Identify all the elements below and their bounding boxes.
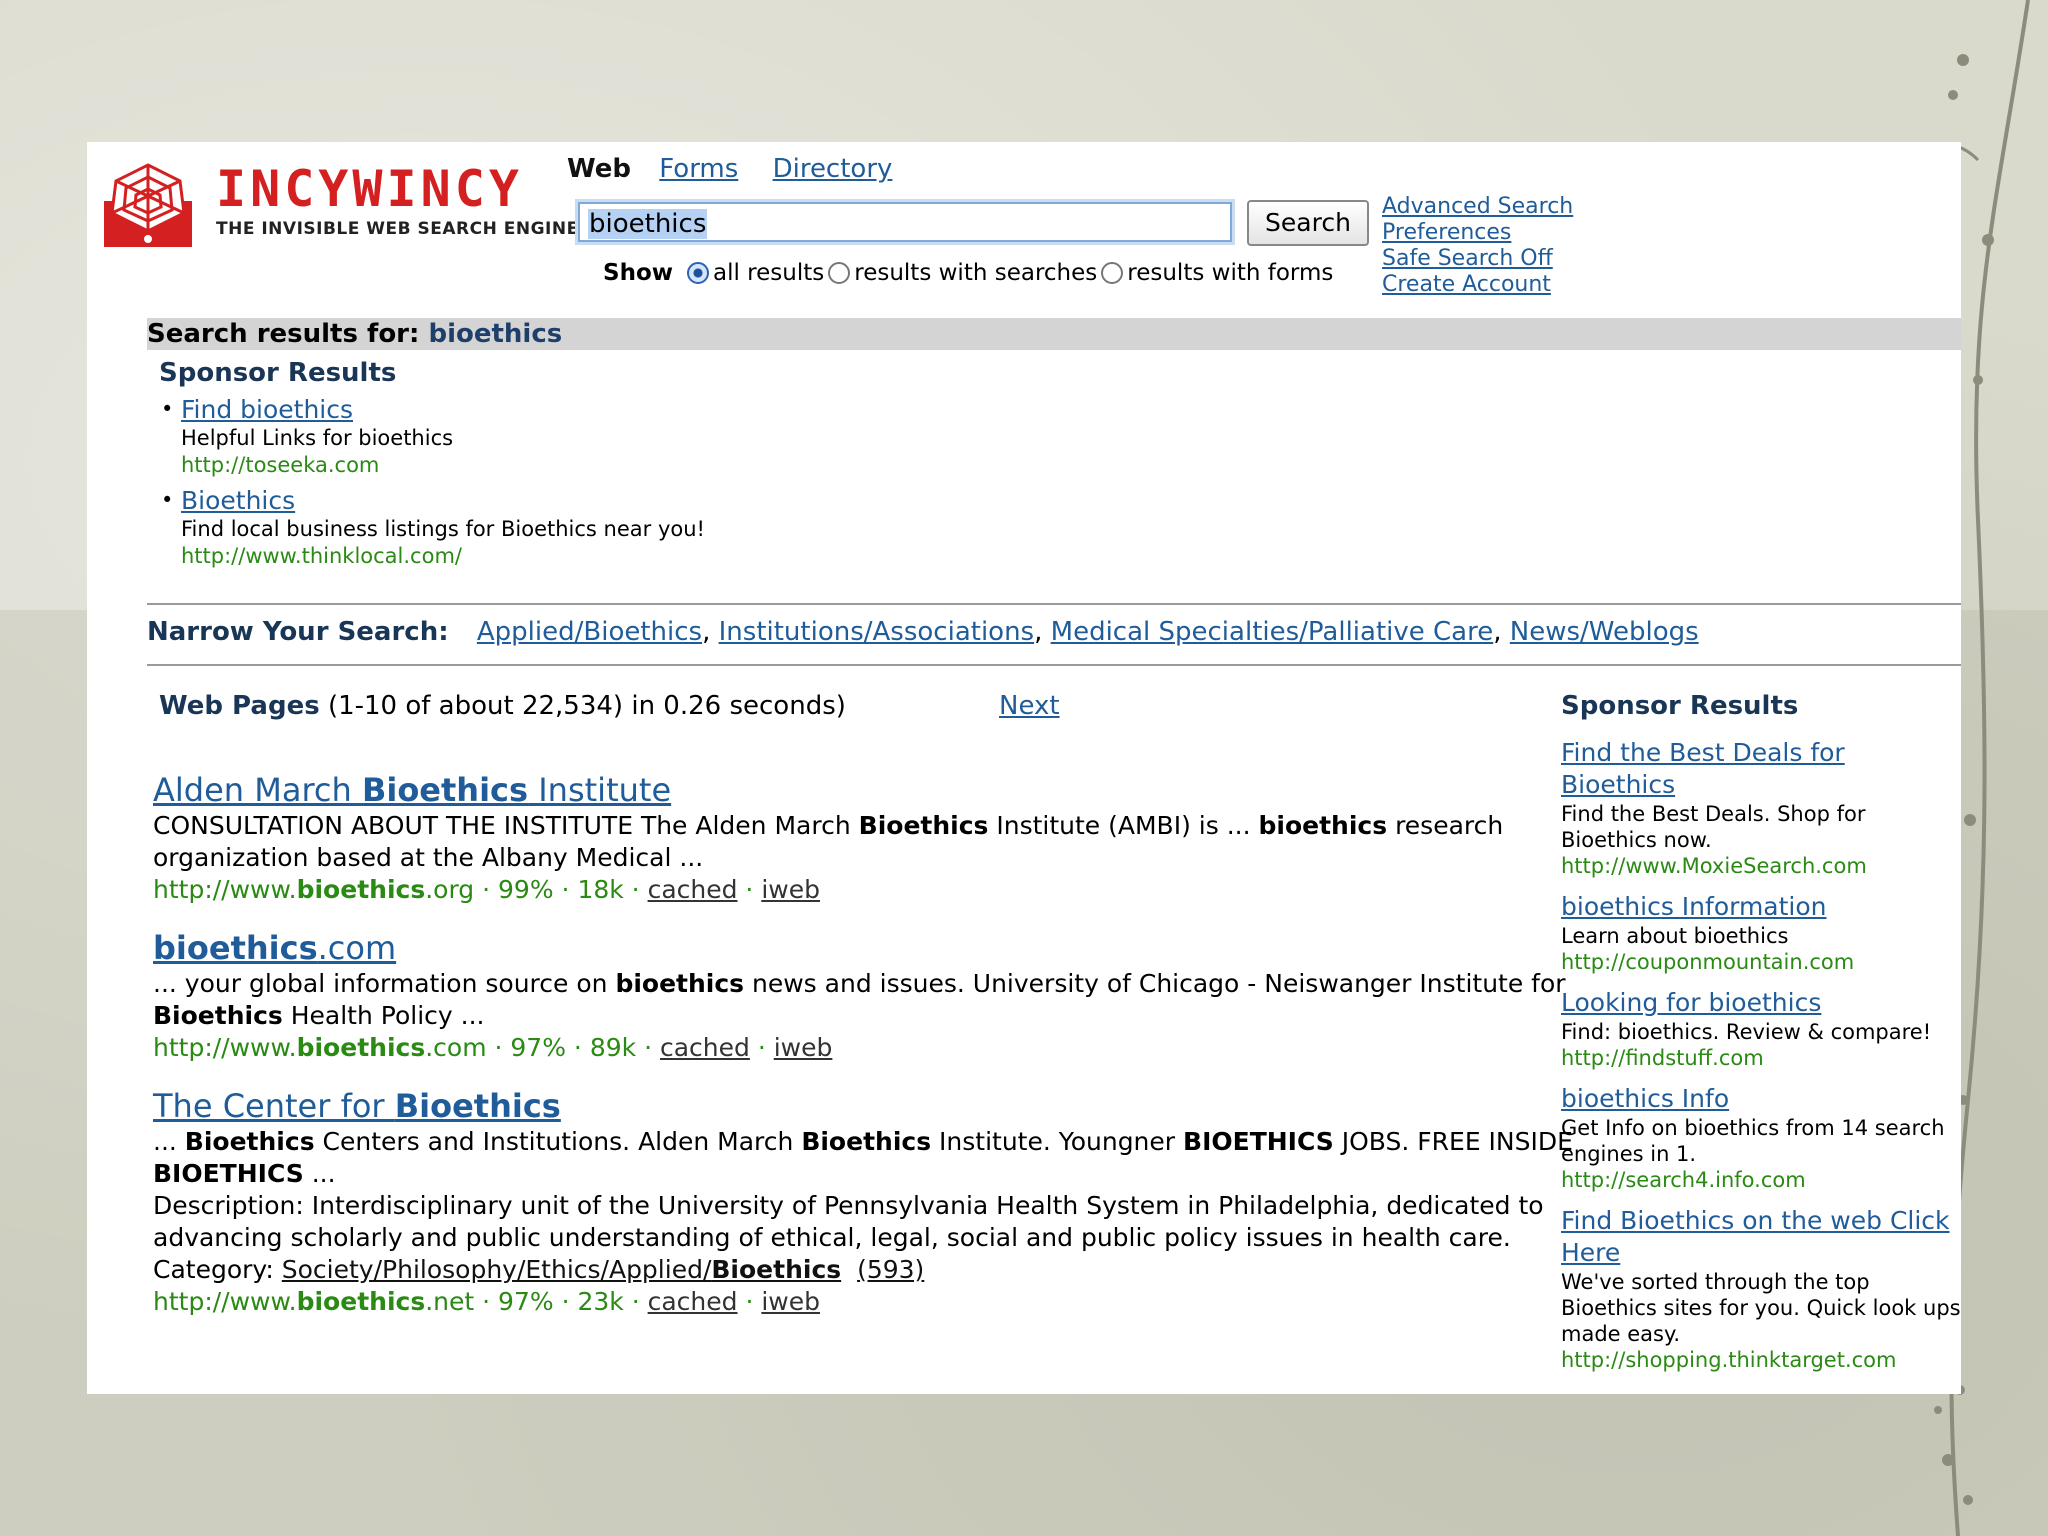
show-label: Show <box>603 260 673 286</box>
sponsor-desc: Find local business listings for Bioethi… <box>181 517 705 541</box>
sponsor-ad: bioethics Info Get Info on bioethics fro… <box>1561 1083 1961 1193</box>
result-snippet: CONSULTATION ABOUT THE INSTITUTE The Ald… <box>153 811 1504 872</box>
web-pages-summary: Web Pages (1-10 of about 22,534) in 0.26… <box>159 691 846 721</box>
radio-label-results-with-searches: results with searches <box>854 260 1098 286</box>
advanced-search-link[interactable]: Advanced Search <box>1382 194 1573 220</box>
narrow-link-medical-specialties[interactable]: Medical Specialties/Palliative Care <box>1051 617 1494 647</box>
radio-all-results[interactable] <box>687 262 709 284</box>
sponsor-heading: Sponsor Results <box>1561 691 1799 721</box>
sponsor-ad-url: http://findstuff.com <box>1561 1046 1764 1070</box>
result-item: bioethics.com ... your global informatio… <box>153 928 1613 1064</box>
result-url-line: http://www.bioethics.net · 97% · 23k · c… <box>153 1287 821 1316</box>
result-item: The Center for Bioethics ... Bioethics C… <box>153 1086 1613 1318</box>
sponsor-ad-url: http://www.MoxieSearch.com <box>1561 854 1867 878</box>
sponsor-ad-link[interactable]: Find the Best Deals for Bioethics <box>1561 738 1845 799</box>
sponsor-url: http://toseeka.com <box>181 453 380 477</box>
sponsor-results-top: Sponsor Results Find bioethics Helpful L… <box>159 358 959 570</box>
search-tabs: Web Forms Directory <box>567 154 918 184</box>
sponsor-ad-link[interactable]: Find Bioethics on the web Click Here <box>1561 1206 1950 1267</box>
result-title-link[interactable]: The Center for Bioethics <box>153 1087 561 1125</box>
search-button[interactable]: Search <box>1247 200 1369 246</box>
result-url-line: http://www.bioethics.org · 99% · 18k · c… <box>153 875 820 904</box>
result-title-link[interactable]: bioethics.com <box>153 929 396 967</box>
iweb-link[interactable]: iweb <box>761 1287 820 1316</box>
sponsor-link[interactable]: Bioethics <box>181 486 295 515</box>
incywincy-logo[interactable]: INCYWINCY THE INVISIBLE WEB SEARCH ENGIN… <box>104 160 578 251</box>
cached-link[interactable]: cached <box>648 1287 738 1316</box>
web-pages-count: (1-10 of about 22,534) in 0.26 seconds) <box>327 691 846 721</box>
preferences-link[interactable]: Preferences <box>1382 220 1573 246</box>
sponsor-ad-desc: Get Info on bioethics from 14 search eng… <box>1561 1116 1945 1166</box>
radio-results-with-forms[interactable] <box>1101 262 1124 284</box>
iweb-link[interactable]: iweb <box>761 875 820 904</box>
result-snippet: ... Bioethics Centers and Institutions. … <box>153 1127 1573 1188</box>
cached-link[interactable]: cached <box>648 875 738 904</box>
category-link[interactable]: Society/Philosophy/Ethics/Applied/Bioeth… <box>282 1255 841 1284</box>
sponsor-heading: Sponsor Results <box>159 358 397 388</box>
narrow-link-applied-bioethics[interactable]: Applied/Bioethics <box>477 617 702 647</box>
result-description: Description: Interdisciplinary unit of t… <box>153 1191 1544 1252</box>
sponsor-ad-link[interactable]: bioethics Information <box>1561 892 1827 921</box>
result-filter: Show all results results with searches r… <box>603 260 1337 286</box>
sponsor-ad-url: http://couponmountain.com <box>1561 950 1855 974</box>
results-for-label: Search results for: <box>147 319 420 349</box>
narrow-link-news-weblogs[interactable]: News/Weblogs <box>1510 617 1699 647</box>
sponsor-ad-desc: Find the Best Deals. Shop for Bioethics … <box>1561 802 1866 852</box>
sponsor-ad-url: http://shopping.thinktarget.com <box>1561 1348 1897 1372</box>
create-account-link[interactable]: Create Account <box>1382 272 1573 298</box>
web-pages-label: Web Pages <box>159 691 320 721</box>
tab-web[interactable]: Web <box>567 154 631 184</box>
result-title-link[interactable]: Alden March Bioethics Institute <box>153 771 671 809</box>
logo-wordmark: INCYWINCY <box>216 160 523 218</box>
radio-label-results-with-forms: results with forms <box>1127 260 1334 286</box>
sponsor-url: http://www.thinklocal.com/ <box>181 544 462 568</box>
radio-results-with-searches[interactable] <box>828 262 851 284</box>
sponsor-ad-desc: Learn about bioethics <box>1561 924 1789 948</box>
tab-directory[interactable]: Directory <box>773 154 893 184</box>
sponsor-ad: Find Bioethics on the web Click Here We'… <box>1561 1205 1961 1373</box>
logo-tagline: THE INVISIBLE WEB SEARCH ENGINE <box>216 219 579 239</box>
header-links: Advanced Search Preferences Safe Search … <box>1382 194 1573 298</box>
tab-forms[interactable]: Forms <box>659 154 738 184</box>
sponsor-ad: Find the Best Deals for Bioethics Find t… <box>1561 737 1961 879</box>
iweb-link[interactable]: iweb <box>774 1033 833 1062</box>
sponsor-desc: Helpful Links for bioethics <box>181 426 454 450</box>
sponsor-ad: Looking for bioethics Find: bioethics. R… <box>1561 987 1961 1071</box>
results-query: bioethics <box>428 319 563 349</box>
safe-search-link[interactable]: Safe Search Off <box>1382 246 1573 272</box>
sponsor-ad-link[interactable]: bioethics Info <box>1561 1084 1729 1113</box>
browser-page: INCYWINCY THE INVISIBLE WEB SEARCH ENGIN… <box>87 142 1961 1394</box>
result-item: Alden March Bioethics Institute CONSULTA… <box>153 770 1613 906</box>
sponsor-ad: bioethics Information Learn about bioeth… <box>1561 891 1961 975</box>
sponsor-ad-url: http://search4.info.com <box>1561 1168 1806 1192</box>
divider <box>147 603 1961 605</box>
sponsor-item: Bioethics Find local business listings f… <box>159 487 959 570</box>
spiderweb-logo-icon <box>104 163 192 247</box>
search-input[interactable]: bioethics <box>578 202 1232 242</box>
sponsor-link[interactable]: Find bioethics <box>181 395 353 424</box>
search-results: Alden March Bioethics Institute CONSULTA… <box>153 770 1613 1340</box>
results-header-bar: Search results for: bioethics <box>147 318 1961 350</box>
sponsor-ad-link[interactable]: Looking for bioethics <box>1561 988 1821 1017</box>
sponsor-item: Find bioethics Helpful Links for bioethi… <box>159 396 959 479</box>
next-page-link[interactable]: Next <box>999 691 1060 721</box>
sponsor-ad-desc: We've sorted through the top Bioethics s… <box>1561 1270 1961 1346</box>
result-snippet: ... your global information source on bi… <box>153 969 1566 1030</box>
narrow-link-institutions[interactable]: Institutions/Associations <box>719 617 1034 647</box>
search-input-value: bioethics <box>588 209 708 239</box>
category-count-link[interactable]: (593) <box>857 1255 924 1284</box>
result-category: Category: Society/Philosophy/Ethics/Appl… <box>153 1255 925 1284</box>
radio-label-all-results: all results <box>713 260 825 286</box>
result-url-line: http://www.bioethics.com · 97% · 89k · c… <box>153 1033 833 1062</box>
sponsor-results-right: Sponsor Results Find the Best Deals for … <box>1561 691 1961 1385</box>
cached-link[interactable]: cached <box>660 1033 750 1062</box>
divider <box>147 664 1961 666</box>
sponsor-ad-desc: Find: bioethics. Review & compare! <box>1561 1020 1932 1044</box>
narrow-your-search: Narrow Your Search: Applied/Bioethics, I… <box>147 617 1699 647</box>
narrow-label: Narrow Your Search: <box>147 617 449 647</box>
